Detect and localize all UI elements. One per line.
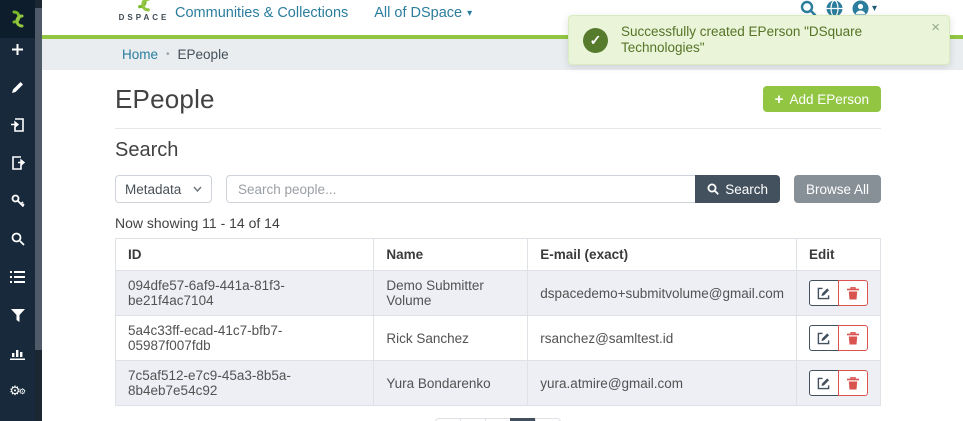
sidebar-scrollbar-thumb[interactable] bbox=[35, 8, 42, 350]
delete-eperson-button[interactable] bbox=[838, 325, 868, 351]
table-header-row: ID Name E-mail (exact) Edit bbox=[116, 239, 881, 271]
column-header-email: E-mail (exact) bbox=[528, 239, 797, 271]
browse-all-button[interactable]: Browse All bbox=[794, 175, 881, 203]
search-people-input[interactable] bbox=[226, 175, 695, 203]
cell-actions bbox=[796, 316, 880, 361]
dspace-logo-text: DSPACE bbox=[119, 13, 170, 22]
search-heading: Search bbox=[115, 139, 881, 162]
cell-id: 5a4c33ff-ecad-41c7-bfb7-05987f007fdb bbox=[116, 316, 374, 361]
column-header-edit: Edit bbox=[796, 239, 880, 271]
dspace-header-logo[interactable]: DSPACE bbox=[116, 0, 172, 22]
chevron-down-icon: ▾ bbox=[467, 8, 472, 19]
cell-email: yura.atmire@gmail.com bbox=[528, 361, 797, 406]
edit-eperson-button[interactable] bbox=[809, 370, 839, 396]
page-header: EPeople + Add EPerson bbox=[115, 84, 881, 115]
cell-actions bbox=[796, 271, 880, 316]
edit-eperson-button[interactable] bbox=[809, 325, 839, 351]
cell-email: rsanchez@samltest.id bbox=[528, 316, 797, 361]
add-eperson-button[interactable]: + Add EPerson bbox=[763, 86, 881, 112]
cell-name: Rick Sanchez bbox=[374, 316, 528, 361]
edit-pencil-icon bbox=[817, 332, 830, 345]
cell-id: 7c5af512-e7c9-45a3-8b5a-8b4eb7e54c92 bbox=[116, 361, 374, 406]
sidebar-statistics-chart-icon[interactable] bbox=[0, 345, 35, 361]
title-divider bbox=[115, 128, 881, 129]
cell-id: 094dfe57-6af9-441a-81f3-be21f4ac7104 bbox=[116, 271, 374, 316]
cell-actions bbox=[796, 361, 880, 406]
breadcrumb-separator-icon: • bbox=[166, 49, 170, 60]
cell-name: Demo Submitter Volume bbox=[374, 271, 528, 316]
delete-eperson-button[interactable] bbox=[838, 280, 868, 306]
content-container: EPeople + Add EPerson Search Metadata Se… bbox=[42, 70, 963, 421]
breadcrumb-home-link[interactable]: Home bbox=[122, 47, 158, 62]
navbar-links: Communities & Collections All of DSpace▾ bbox=[175, 0, 472, 26]
column-header-id: ID bbox=[116, 239, 374, 271]
sidebar-filter-icon[interactable] bbox=[0, 307, 35, 323]
toast-message: Successfully created EPerson "DSquare Te… bbox=[621, 24, 921, 56]
chevron-down-icon: ▾ bbox=[872, 3, 877, 14]
sidebar-settings-gears-icon[interactable]: ⚙⚙ bbox=[0, 383, 35, 399]
search-icon bbox=[707, 183, 719, 195]
search-button[interactable]: Search bbox=[695, 175, 780, 203]
close-icon[interactable]: × bbox=[931, 20, 940, 35]
search-form: Metadata Search Browse All bbox=[115, 175, 881, 203]
sidebar-scrollbar[interactable] bbox=[35, 0, 42, 421]
search-scope-select[interactable]: Metadata bbox=[115, 175, 212, 203]
sidebar-search-icon[interactable] bbox=[0, 231, 35, 247]
success-toast: ✓ Successfully created EPerson "DSquare … bbox=[568, 15, 950, 65]
trash-icon bbox=[847, 377, 859, 390]
sidebar-new-plus-icon[interactable] bbox=[0, 41, 35, 57]
table-row: 7c5af512-e7c9-45a3-8b5a-8b4eb7e54c92 Yur… bbox=[116, 361, 881, 406]
edit-pencil-icon bbox=[817, 377, 830, 390]
column-header-name: Name bbox=[374, 239, 528, 271]
edit-pencil-icon bbox=[817, 287, 830, 300]
dspace-logo-mark-icon bbox=[133, 0, 155, 12]
search-input-group: Search bbox=[226, 175, 780, 203]
dspace-logo-icon bbox=[8, 10, 28, 28]
admin-sidebar: ⚙⚙ bbox=[0, 0, 35, 421]
chevron-down-icon bbox=[193, 186, 202, 192]
trash-icon bbox=[847, 332, 859, 345]
delete-eperson-button[interactable] bbox=[838, 370, 868, 396]
sidebar-access-key-icon[interactable] bbox=[0, 193, 35, 209]
success-check-icon: ✓ bbox=[583, 28, 608, 53]
sidebar-import-icon[interactable] bbox=[0, 117, 35, 133]
epeople-table: ID Name E-mail (exact) Edit 094dfe57-6af… bbox=[115, 238, 881, 406]
edit-eperson-button[interactable] bbox=[809, 280, 839, 306]
nav-scope-dropdown[interactable]: All of DSpace▾ bbox=[374, 5, 472, 21]
breadcrumb-current: EPeople bbox=[178, 47, 229, 62]
trash-icon bbox=[847, 287, 859, 300]
sidebar-registries-list-icon[interactable] bbox=[0, 269, 35, 285]
plus-icon: + bbox=[775, 91, 784, 108]
table-row: 094dfe57-6af9-441a-81f3-be21f4ac7104 Dem… bbox=[116, 271, 881, 316]
cell-email: dspacedemo+submitvolume@gmail.com bbox=[528, 271, 797, 316]
page-title: EPeople bbox=[115, 84, 215, 115]
sidebar-dspace-logo[interactable] bbox=[0, 0, 35, 38]
table-row: 5a4c33ff-ecad-41c7-bfb7-05987f007fdb Ric… bbox=[116, 316, 881, 361]
sidebar-export-icon[interactable] bbox=[0, 155, 35, 171]
results-count: Now showing 11 - 14 of 14 bbox=[115, 215, 881, 231]
cell-name: Yura Bondarenko bbox=[374, 361, 528, 406]
nav-communities-link[interactable]: Communities & Collections bbox=[175, 5, 348, 21]
sidebar-edit-pencil-icon[interactable] bbox=[0, 79, 35, 95]
